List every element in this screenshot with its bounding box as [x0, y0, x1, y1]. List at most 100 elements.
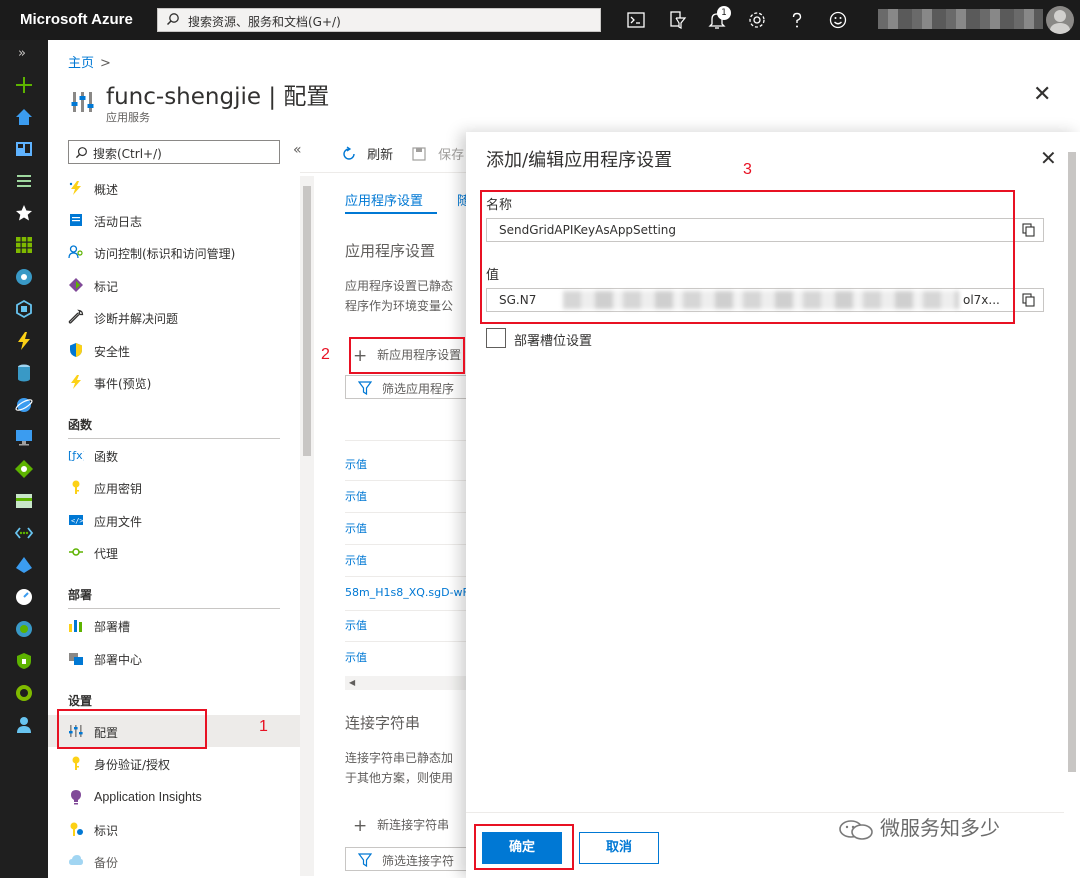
- deployment-slot-setting-checkbox[interactable]: [486, 328, 506, 348]
- help-support-icon[interactable]: [14, 715, 34, 735]
- scroll-left-icon[interactable]: ◀: [349, 678, 355, 687]
- table-row-value[interactable]: 示值: [345, 552, 367, 568]
- dialog-scrollbar-thumb[interactable]: [1068, 152, 1076, 772]
- menu-item-deployment-center[interactable]: 部署中心: [68, 644, 300, 672]
- dashboard-icon[interactable]: [14, 139, 34, 159]
- directory-filter-icon[interactable]: [667, 10, 687, 30]
- azure-brand[interactable]: Microsoft Azure: [20, 11, 133, 28]
- global-search-input[interactable]: 搜索资源、服务和文档(G+/): [157, 8, 601, 32]
- table-row-divider: [345, 641, 475, 642]
- menu-item-diagnose[interactable]: 诊断并解决问题: [68, 303, 300, 331]
- copy-name-button[interactable]: [1014, 218, 1044, 242]
- new-connection-string-label: 新连接字符串: [377, 818, 450, 832]
- table-row-value[interactable]: 示值: [345, 649, 367, 665]
- cost-management-icon[interactable]: [14, 683, 34, 703]
- avatar[interactable]: [1046, 6, 1074, 34]
- account-info[interactable]: [878, 9, 1043, 29]
- table-row-divider: [345, 544, 475, 545]
- collapse-menu-icon[interactable]: «: [293, 142, 302, 158]
- menu-divider: [68, 438, 280, 439]
- menu-item-app-keys[interactable]: 应用密钥: [68, 473, 300, 501]
- menu-item-application-insights[interactable]: Application Insights: [68, 783, 300, 811]
- menu-item-activity-log[interactable]: 活动日志: [68, 206, 300, 234]
- table-row-value[interactable]: 示值: [345, 456, 367, 472]
- filter-connection-strings-input[interactable]: 筛选连接字符: [345, 847, 473, 871]
- save-button[interactable]: 保存: [412, 144, 464, 163]
- tab-application-settings[interactable]: 应用程序设置: [345, 190, 423, 209]
- home-icon[interactable]: [14, 107, 34, 127]
- dialog-scrollbar[interactable]: [1064, 132, 1080, 878]
- menu-item-label: 应用密钥: [94, 482, 143, 496]
- load-balancer-icon[interactable]: [14, 459, 34, 479]
- virtual-machines-icon[interactable]: [14, 427, 34, 447]
- sql-database-icon[interactable]: [14, 363, 34, 383]
- menu-item-label: 安全性: [94, 345, 131, 359]
- menu-item-security[interactable]: 安全性: [68, 336, 300, 364]
- table-row-divider: [345, 440, 475, 441]
- security-center-icon[interactable]: [14, 651, 34, 671]
- blade-close-icon[interactable]: ✕: [1033, 82, 1051, 107]
- watermark-text: 微服务知多少: [880, 816, 1000, 840]
- cancel-button[interactable]: 取消: [579, 832, 659, 864]
- menu-section-settings: 设置: [68, 694, 93, 708]
- help-icon[interactable]: [787, 10, 807, 30]
- breadcrumb-home-link[interactable]: 主页: [68, 56, 94, 71]
- menu-item-authentication[interactable]: 身份验证/授权: [68, 749, 300, 777]
- table-row-value[interactable]: 示值: [345, 617, 367, 633]
- advisor-icon[interactable]: [14, 619, 34, 639]
- all-resources-icon[interactable]: [14, 235, 34, 255]
- wechat-icon: [839, 819, 873, 840]
- menu-item-label: 应用文件: [94, 515, 143, 529]
- favorites-star-icon[interactable]: [14, 203, 34, 223]
- gear-icon[interactable]: [747, 10, 767, 30]
- filter-icon: [358, 381, 372, 395]
- cosmos-db-icon[interactable]: [14, 395, 34, 415]
- menu-item-backups[interactable]: 备份: [68, 847, 300, 875]
- menu-item-identity[interactable]: 标识: [68, 815, 300, 843]
- menu-item-events[interactable]: 事件(预览): [68, 368, 300, 396]
- menu-item-app-files[interactable]: </> 应用文件: [68, 506, 300, 534]
- menu-item-label: 诊断并解决问题: [94, 312, 179, 326]
- all-services-icon[interactable]: [14, 171, 34, 191]
- feedback-icon[interactable]: [828, 10, 848, 30]
- menu-item-label: 标记: [94, 280, 119, 294]
- iam-icon: [68, 245, 83, 259]
- menu-item-proxies[interactable]: 代理: [68, 538, 300, 566]
- table-row-value[interactable]: 58m_H1s8_XQ.sgD-wF: [345, 586, 469, 599]
- menu-item-functions[interactable]: [ƒx] 函数: [68, 441, 300, 469]
- svg-text:</>: </>: [71, 517, 84, 525]
- menu-item-label: 活动日志: [94, 215, 143, 229]
- search-icon: [75, 147, 87, 159]
- tag-icon: [69, 278, 83, 292]
- menu-item-overview[interactable]: 概述: [68, 174, 300, 202]
- menu-item-tags[interactable]: 标记: [68, 271, 300, 299]
- dialog-close-icon[interactable]: ✕: [1040, 146, 1057, 170]
- copy-value-button[interactable]: [1014, 288, 1044, 312]
- menu-item-label: 访问控制(标识和访问管理): [94, 247, 236, 261]
- menu-scrollbar-thumb[interactable]: [303, 186, 311, 456]
- menu-scrollbar[interactable]: [300, 176, 314, 876]
- menu-item-label: 代理: [94, 547, 119, 561]
- table-row-value[interactable]: 示值: [345, 488, 367, 504]
- filter-app-settings-input[interactable]: 筛选应用程序: [345, 375, 473, 399]
- table-row-value[interactable]: 示值: [345, 520, 367, 536]
- expand-nav-icon[interactable]: »: [18, 46, 26, 61]
- menu-item-label: 部署中心: [94, 653, 143, 667]
- menu-search-input[interactable]: 搜索(Ctrl+/): [68, 140, 280, 164]
- refresh-button[interactable]: 刷新: [341, 144, 393, 163]
- active-directory-icon[interactable]: [14, 555, 34, 575]
- breadcrumb-separator: >: [100, 56, 111, 71]
- function-app-icon[interactable]: [14, 331, 34, 351]
- resource-groups-icon[interactable]: [14, 267, 34, 287]
- storage-accounts-icon[interactable]: [14, 491, 34, 511]
- new-connection-string-button[interactable]: + 新连接字符串: [353, 816, 449, 836]
- monitor-icon[interactable]: [14, 587, 34, 607]
- menu-item-access-control[interactable]: 访问控制(标识和访问管理): [68, 238, 300, 266]
- create-resource-icon[interactable]: [14, 75, 34, 95]
- backup-icon: [69, 855, 83, 865]
- app-services-icon[interactable]: [14, 299, 34, 319]
- cloud-shell-icon[interactable]: [626, 10, 646, 30]
- table-horizontal-scrollbar[interactable]: ◀: [345, 676, 475, 690]
- virtual-networks-icon[interactable]: [14, 523, 34, 543]
- menu-item-deployment-slots[interactable]: 部署槽: [68, 611, 300, 639]
